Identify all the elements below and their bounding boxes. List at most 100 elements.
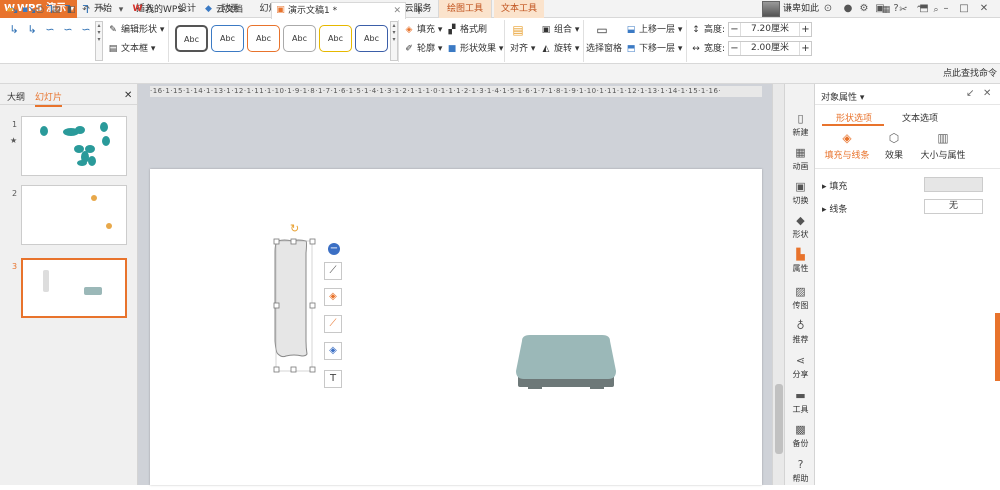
- line-section-toggle[interactable]: ▸ 线条: [822, 202, 847, 215]
- open-folder-icon[interactable]: ▰: [4, 4, 16, 16]
- tool-icon[interactable]: ✂: [897, 4, 909, 16]
- close-icon[interactable]: ✕: [983, 88, 995, 100]
- side-share-button[interactable]: ⋖ 分享: [785, 352, 816, 386]
- maximize-icon[interactable]: □: [958, 3, 970, 15]
- side-backup-button[interactable]: ▩ 备份: [785, 421, 816, 455]
- fill-value-field[interactable]: [924, 177, 983, 192]
- shape-style-3[interactable]: Abc: [247, 25, 280, 52]
- side-tools-button[interactable]: ▬ 工具: [785, 387, 816, 421]
- group-button[interactable]: ▣ 组合 ▾: [540, 23, 580, 37]
- rotate-button[interactable]: ◭ 旋转 ▾: [540, 42, 580, 56]
- outline-tool[interactable]: ⟋: [324, 315, 342, 333]
- style-gallery-scroll[interactable]: ▴ ▾ ▾: [390, 21, 398, 61]
- increase-width-button[interactable]: +: [799, 42, 811, 55]
- size-properties-button[interactable]: ▥ 大小与属性: [913, 131, 973, 161]
- selection-pane-icon-button[interactable]: ▭: [596, 23, 610, 37]
- vertical-scrollbar[interactable]: [772, 84, 784, 485]
- side-transition-button[interactable]: ▣ 切换: [785, 178, 816, 212]
- increase-height-button[interactable]: +: [799, 23, 811, 36]
- slide-canvas[interactable]: ↻ − ⟋ ◈ ⟋ ◈ T: [150, 169, 762, 485]
- shape-style-4[interactable]: Abc: [283, 25, 316, 52]
- side-animation-button[interactable]: ▦ 动画: [785, 144, 816, 178]
- export-pdf-icon[interactable]: ◧: [65, 4, 77, 16]
- box-shape[interactable]: [514, 333, 620, 395]
- pin-icon[interactable]: ↙: [966, 88, 978, 100]
- tab-cloud-docs[interactable]: ◆ 云文档: [200, 2, 266, 19]
- new-tab-button[interactable]: +: [413, 4, 425, 16]
- line-value-field[interactable]: 无: [924, 199, 983, 214]
- curve-connector-icon[interactable]: ∽: [42, 23, 58, 37]
- collapse-icon[interactable]: −: [328, 243, 340, 255]
- curve-connector-icon[interactable]: ∽: [78, 23, 94, 37]
- sync-icon[interactable]: ●: [842, 3, 854, 15]
- height-stepper[interactable]: − 7.20厘米 +: [728, 22, 812, 37]
- outline-button[interactable]: ✐ 轮廓 ▾: [403, 42, 442, 56]
- edit-shape-button[interactable]: ✎ 编辑形状 ▾: [107, 23, 164, 37]
- slide-thumbnail-1[interactable]: [21, 116, 127, 176]
- shape-style-5[interactable]: Abc: [319, 25, 352, 52]
- fill-button[interactable]: ◈ 填充 ▾: [403, 23, 443, 37]
- panel-collapse-handle[interactable]: [995, 313, 1000, 381]
- layers-tool[interactable]: ◈: [324, 342, 342, 360]
- close-icon[interactable]: ✕: [978, 3, 990, 15]
- slide-thumbnail-2[interactable]: [21, 185, 127, 245]
- side-properties-button[interactable]: ▙ 属性: [785, 246, 816, 280]
- chevron-down-icon[interactable]: ▾: [115, 4, 127, 16]
- avatar[interactable]: [762, 1, 780, 17]
- print-icon[interactable]: ⎙: [34, 4, 46, 16]
- close-icon[interactable]: ✕: [393, 3, 401, 19]
- backup-icon: ▩: [795, 423, 806, 436]
- width-label: ↔ 宽度:: [690, 42, 725, 56]
- side-upload-image-button[interactable]: ▨ 传图: [785, 283, 816, 317]
- tab-text-tools[interactable]: 文本工具: [494, 0, 544, 18]
- search-command-input[interactable]: 点此查找命令: [943, 67, 997, 81]
- expand-icon[interactable]: ⌃: [913, 4, 925, 16]
- text-tool[interactable]: T: [324, 370, 342, 388]
- tab-shape-options[interactable]: 形状选项: [836, 111, 872, 124]
- side-new-button[interactable]: ▯ 新建: [785, 110, 816, 144]
- rotate-handle-icon[interactable]: ↻: [290, 223, 302, 235]
- settings-icon[interactable]: ⚙: [858, 3, 870, 15]
- send-backward-button[interactable]: ⬒ 下移一层 ▾: [625, 42, 683, 56]
- divider: [815, 104, 1000, 105]
- gallery-scroll[interactable]: ▴ ▾ ▾: [95, 21, 103, 61]
- decrease-height-button[interactable]: −: [729, 23, 741, 36]
- redo-icon[interactable]: ↷: [95, 4, 107, 16]
- tab-my-wps[interactable]: W 我的WPS: [129, 2, 199, 19]
- selection-handles[interactable]: [268, 223, 328, 383]
- tab-drawing-tools[interactable]: 绘图工具: [438, 0, 492, 19]
- close-icon[interactable]: ✕: [124, 90, 132, 101]
- elbow-connector-icon[interactable]: ↳: [6, 23, 22, 37]
- side-shape-button[interactable]: ◆ 形状: [785, 212, 816, 246]
- shape-style-1[interactable]: Abc: [175, 25, 208, 52]
- clock-icon[interactable]: ⊙: [822, 3, 834, 15]
- selection-pane-button[interactable]: 选择窗格: [586, 42, 622, 56]
- shape-style-6[interactable]: Abc: [355, 25, 388, 52]
- save-icon[interactable]: ▪: [19, 4, 31, 16]
- tab-outline[interactable]: 大纲: [7, 90, 25, 103]
- user-name[interactable]: 谦卑如此: [783, 2, 819, 16]
- undo-icon[interactable]: ↶: [80, 4, 92, 16]
- shape-style-2[interactable]: Abc: [211, 25, 244, 52]
- feedback-icon[interactable]: ▦: [880, 4, 892, 16]
- shape-effects-button[interactable]: ■ 形状效果 ▾: [446, 42, 504, 56]
- bring-forward-button[interactable]: ⬓ 上移一层 ▾: [625, 23, 683, 37]
- align-icon-button[interactable]: ▤: [512, 23, 526, 37]
- decrease-width-button[interactable]: −: [729, 42, 741, 55]
- width-stepper[interactable]: − 2.00厘米 +: [728, 41, 812, 56]
- elbow-connector-icon[interactable]: ↳: [24, 23, 40, 37]
- side-recommend-button[interactable]: ♁ 推荐: [785, 317, 816, 351]
- curve-connector-icon[interactable]: ∽: [60, 23, 76, 37]
- textbox-button[interactable]: ▤ 文本框 ▾: [107, 42, 156, 56]
- shape-style-tool[interactable]: ⟋: [324, 262, 342, 280]
- slide-thumbnail-3[interactable]: [21, 258, 127, 318]
- panel-title[interactable]: 对象属性 ▾: [821, 90, 864, 103]
- print-preview-icon[interactable]: ▤: [50, 4, 62, 16]
- tab-presentation-1[interactable]: ▣ 演示文稿1 * ✕: [271, 2, 406, 19]
- fill-section-toggle[interactable]: ▸ 填充: [822, 179, 847, 192]
- align-button[interactable]: 对齐 ▾: [510, 42, 535, 56]
- tab-text-options[interactable]: 文本选项: [902, 111, 938, 124]
- format-painter-button[interactable]: ▞ 格式刷: [446, 23, 487, 37]
- scrollbar-thumb[interactable]: [775, 384, 783, 454]
- fill-tool[interactable]: ◈: [324, 288, 342, 306]
